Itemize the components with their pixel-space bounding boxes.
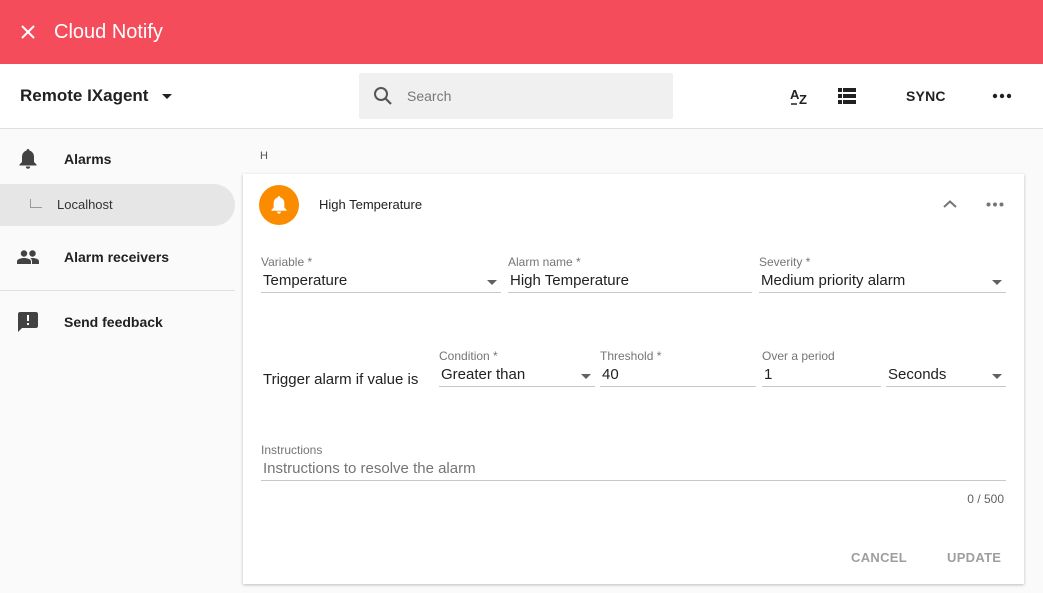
instructions-field[interactable]: Instructions Instructions to resolve the… bbox=[261, 443, 1006, 481]
period-field[interactable]: Over a period 1 bbox=[762, 349, 881, 387]
sync-button[interactable]: SYNC bbox=[906, 88, 946, 104]
severity-label: Severity * bbox=[759, 255, 811, 269]
alarm-name-field[interactable]: Alarm name * High Temperature bbox=[508, 255, 752, 293]
search-icon bbox=[359, 86, 407, 106]
more-horiz-icon bbox=[986, 202, 1004, 206]
search-input[interactable]: Search bbox=[407, 88, 451, 104]
agent-name: Remote IXagent bbox=[20, 86, 149, 105]
sidebar-item-alarms[interactable]: Alarms bbox=[0, 137, 243, 181]
close-button[interactable] bbox=[0, 0, 56, 64]
bell-icon bbox=[16, 147, 40, 171]
period-unit-value: Seconds bbox=[886, 363, 1006, 387]
condition-label: Condition * bbox=[439, 349, 498, 363]
sort-az-icon[interactable]: A Z bbox=[788, 84, 812, 108]
app-title: Cloud Notify bbox=[54, 20, 163, 43]
dropdown-arrow-icon bbox=[992, 374, 1002, 379]
sidebar-item-localhost[interactable]: Localhost bbox=[0, 184, 235, 226]
trigger-text: Trigger alarm if value is bbox=[263, 371, 419, 388]
update-button[interactable]: UPDATE bbox=[947, 550, 1001, 565]
dropdown-arrow-icon bbox=[487, 280, 497, 285]
sidebar: Alarms Localhost Alarm receivers Send fe… bbox=[0, 129, 243, 593]
alarm-avatar bbox=[259, 185, 299, 225]
more-horiz-icon[interactable] bbox=[990, 84, 1014, 108]
instructions-label: Instructions bbox=[261, 443, 323, 457]
cancel-button[interactable]: CANCEL bbox=[851, 550, 907, 565]
variable-select[interactable]: Variable * Temperature bbox=[261, 255, 501, 293]
people-icon bbox=[16, 245, 40, 269]
threshold-field[interactable]: Threshold * 40 bbox=[600, 349, 756, 387]
card-more-button[interactable] bbox=[983, 192, 1007, 216]
condition-select[interactable]: Condition * Greater than bbox=[439, 349, 595, 387]
severity-value: Medium priority alarm bbox=[759, 269, 1006, 293]
sidebar-item-label: Send feedback bbox=[64, 314, 163, 330]
sidebar-item-label: Alarms bbox=[64, 151, 112, 167]
period-input[interactable]: 1 bbox=[762, 363, 881, 387]
feedback-icon bbox=[16, 310, 40, 334]
caret-down-icon bbox=[162, 93, 173, 99]
sidebar-item-send-feedback[interactable]: Send feedback bbox=[0, 300, 243, 344]
sidebar-item-label: Alarm receivers bbox=[64, 249, 170, 265]
period-unit-select[interactable]: Seconds bbox=[886, 349, 1006, 387]
group-header: H bbox=[260, 150, 268, 162]
alarm-card: High Temperature Variable * Temperature … bbox=[243, 174, 1024, 584]
tree-connector bbox=[30, 199, 42, 208]
instructions-input[interactable]: Instructions to resolve the alarm bbox=[261, 457, 1006, 481]
alarm-title: High Temperature bbox=[319, 197, 423, 212]
close-icon bbox=[21, 25, 35, 39]
sidebar-item-alarm-receivers[interactable]: Alarm receivers bbox=[0, 235, 243, 279]
alarm-name-label: Alarm name * bbox=[508, 255, 581, 269]
character-counter: 0 / 500 bbox=[967, 492, 1004, 506]
severity-select[interactable]: Severity * Medium priority alarm bbox=[759, 255, 1006, 293]
sidebar-item-label: Localhost bbox=[57, 197, 113, 212]
search-box[interactable]: Search bbox=[359, 73, 673, 119]
alarm-name-input[interactable]: High Temperature bbox=[508, 269, 752, 293]
condition-value: Greater than bbox=[439, 363, 595, 387]
app-bar: Cloud Notify bbox=[0, 0, 1043, 64]
collapse-button[interactable] bbox=[938, 192, 962, 216]
toolbar: Remote IXagent Search A Z SYNC bbox=[0, 64, 1043, 129]
period-label: Over a period bbox=[762, 349, 835, 363]
list-view-icon[interactable] bbox=[835, 84, 859, 108]
agent-selector[interactable]: Remote IXagent bbox=[20, 86, 173, 106]
chevron-up-icon bbox=[943, 200, 957, 208]
bell-icon bbox=[271, 196, 287, 214]
dropdown-arrow-icon bbox=[581, 374, 591, 379]
threshold-label: Threshold * bbox=[600, 349, 662, 363]
threshold-input[interactable]: 40 bbox=[600, 363, 756, 387]
variable-label: Variable * bbox=[261, 255, 313, 269]
svg-text:Z: Z bbox=[799, 92, 807, 107]
dropdown-arrow-icon bbox=[992, 280, 1002, 285]
variable-value: Temperature bbox=[261, 269, 501, 293]
sidebar-divider bbox=[0, 290, 235, 291]
